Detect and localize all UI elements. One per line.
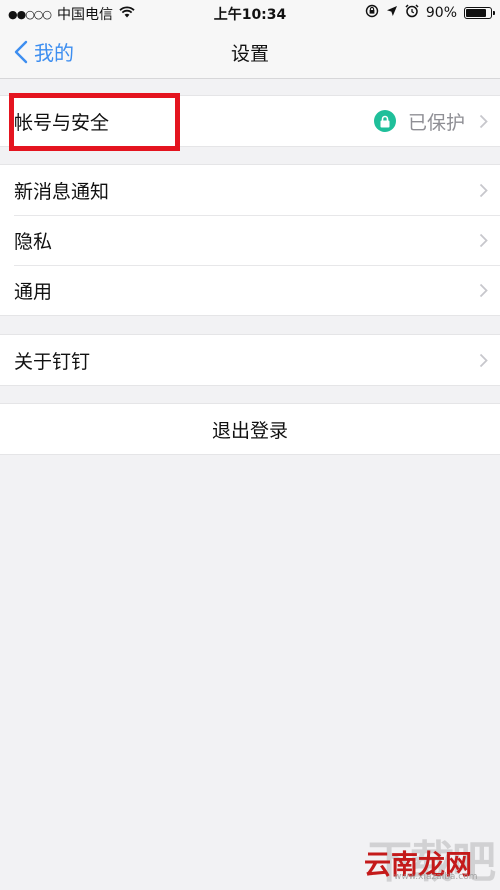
battery-icon: [464, 7, 495, 19]
row-label: 新消息通知: [14, 180, 110, 203]
status-bar: ●●○○○ 中国电信 上午10:34 90%: [0, 0, 500, 26]
protection-status: 已保护: [407, 111, 465, 134]
chevron-right-icon: [479, 114, 488, 128]
settings-group: 新消息通知 隐私 通用: [0, 164, 500, 316]
row-privacy[interactable]: 隐私: [0, 215, 500, 265]
logout-button[interactable]: 退出登录: [0, 403, 500, 455]
row-label: 通用: [14, 280, 53, 303]
row-label: 隐私: [14, 230, 53, 253]
row-message-notifications[interactable]: 新消息通知: [0, 165, 500, 215]
row-label: 帐号与安全: [14, 111, 110, 134]
battery-percent: 90%: [425, 5, 457, 21]
alarm-icon: [405, 4, 419, 22]
location-icon: [386, 5, 398, 21]
row-account-security[interactable]: 帐号与安全 已保护: [0, 96, 500, 146]
row-about[interactable]: 关于钉钉: [0, 335, 500, 385]
row-general[interactable]: 通用: [0, 265, 500, 315]
chevron-right-icon: [479, 183, 488, 197]
chevron-right-icon: [479, 283, 488, 297]
about-group: 关于钉钉: [0, 334, 500, 386]
row-label: 关于钉钉: [14, 350, 91, 373]
watermark-url: www.xiazaiba.com: [394, 872, 478, 882]
account-group: 帐号与安全 已保护: [0, 95, 500, 147]
chevron-right-icon: [479, 353, 488, 367]
rotation-lock-icon: [365, 4, 379, 22]
navigation-bar: 我的 设置: [0, 26, 500, 79]
chevron-right-icon: [479, 233, 488, 247]
lock-icon: [373, 110, 396, 132]
page-title: 设置: [230, 43, 269, 65]
